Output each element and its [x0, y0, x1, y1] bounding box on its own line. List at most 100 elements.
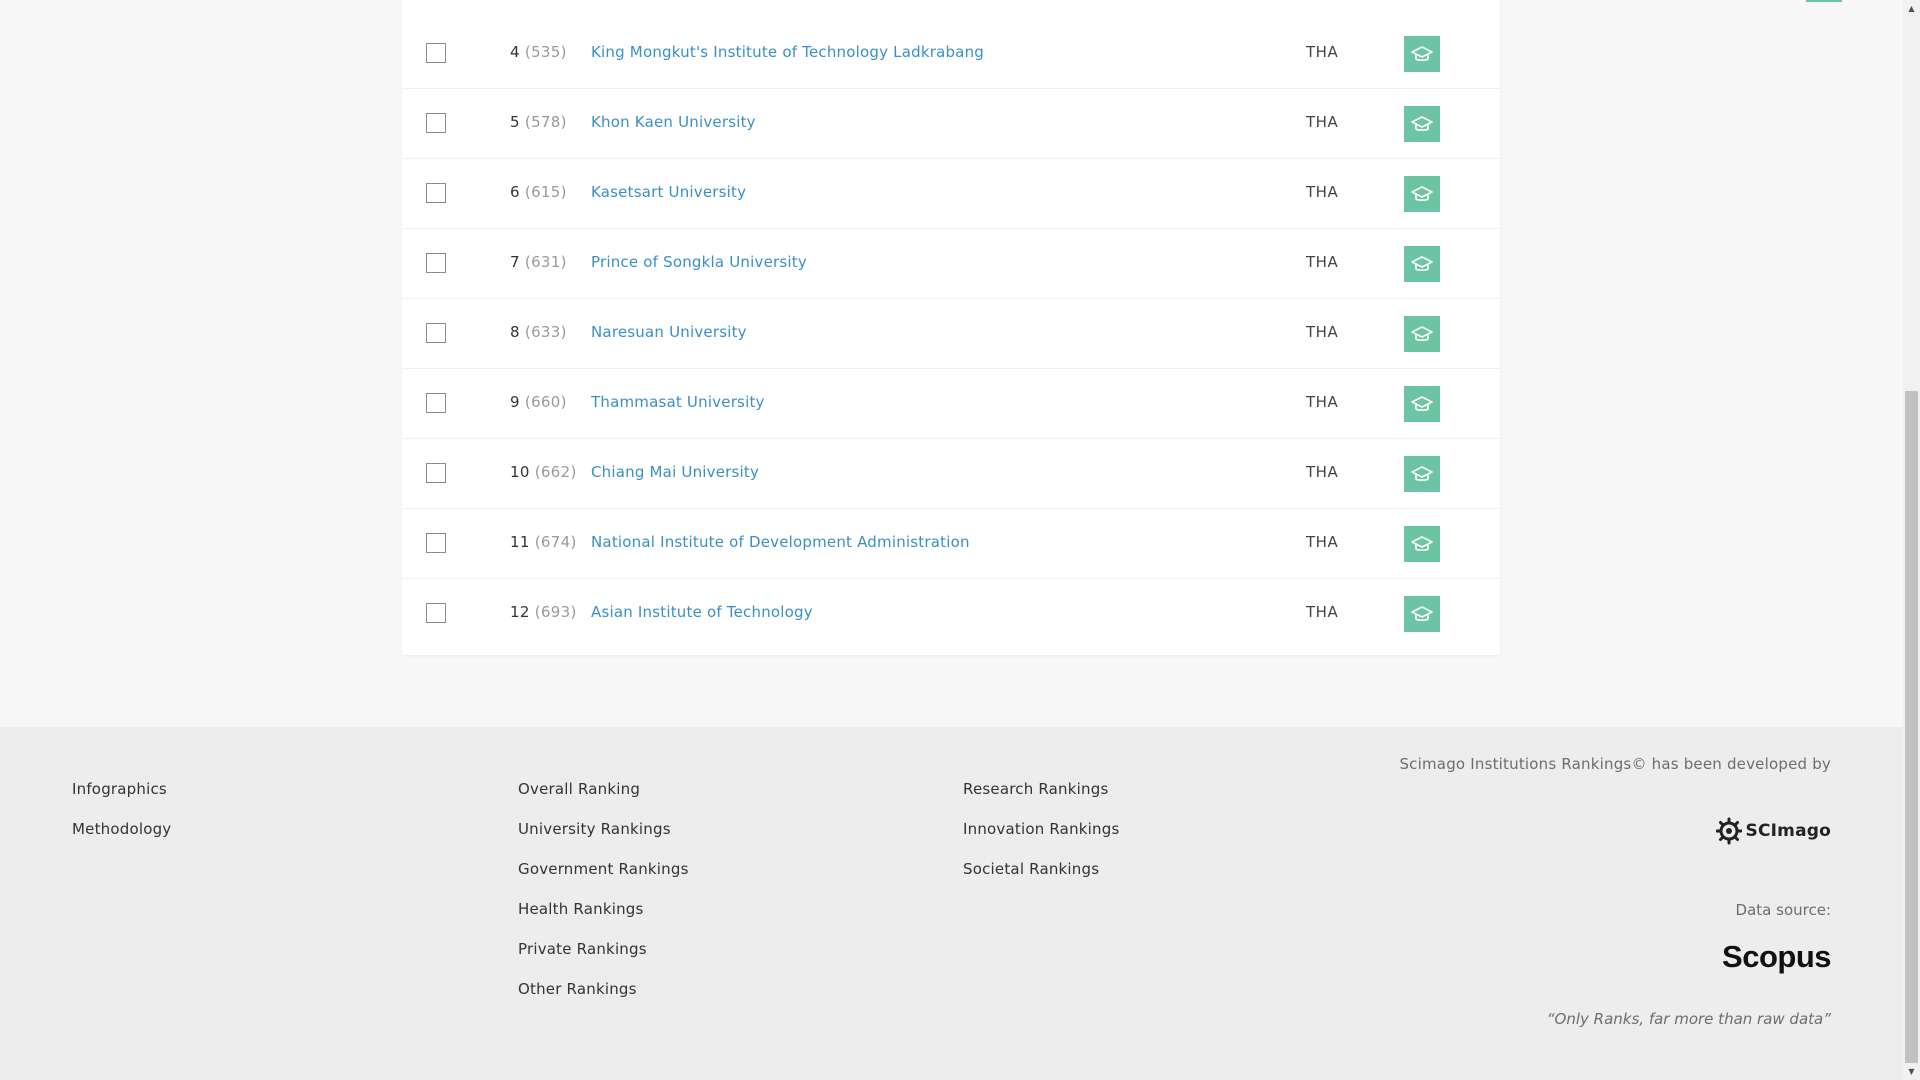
graduation-cap-icon[interactable]: [1404, 316, 1440, 352]
compare-checkbox[interactable]: [426, 323, 446, 343]
world-rank: (662): [534, 463, 577, 481]
national-rank: 9: [510, 393, 520, 411]
country-code: THA: [1306, 183, 1339, 201]
rankings-table: 4 (535) King Mongkut's Institute of Tech…: [402, 0, 1842, 655]
compare-checkbox[interactable]: [426, 463, 446, 483]
scrollbar-thumb[interactable]: [1905, 391, 1918, 1063]
table-row: 5 (578) Khon Kaen University THA: [402, 89, 1500, 159]
footer-tagline: “Only Ranks, far more than raw data”: [1546, 1010, 1831, 1028]
rank-cell: 8 (633): [510, 323, 567, 341]
scimago-gear-icon: [1715, 817, 1742, 845]
footer-link-infographics[interactable]: Infographics: [72, 779, 171, 819]
table-row: 9 (660) Thammasat University THA: [402, 369, 1500, 439]
rank-cell: 12 (693): [510, 603, 577, 621]
institution-link[interactable]: Thammasat University: [591, 393, 765, 411]
national-rank: 8: [510, 323, 520, 341]
footer-link-overall-ranking[interactable]: Overall Ranking: [518, 779, 689, 819]
previous-row-sector-badge[interactable]: [1806, 0, 1842, 2]
institution-link[interactable]: Naresuan University: [591, 323, 747, 341]
table-row: 12 (693) Asian Institute of Technology T…: [402, 579, 1500, 649]
country-code: THA: [1306, 393, 1339, 411]
footer-links-info: Infographics Methodology: [72, 779, 171, 859]
table-row: 4 (535) King Mongkut's Institute of Tech…: [402, 19, 1500, 89]
footer-link-university-rankings[interactable]: University Rankings: [518, 819, 689, 859]
country-code: THA: [1306, 463, 1339, 481]
footer-link-other-rankings[interactable]: Other Rankings: [518, 979, 689, 1019]
graduation-cap-icon[interactable]: [1404, 106, 1440, 142]
national-rank: 11: [510, 533, 530, 551]
national-rank: 12: [510, 603, 530, 621]
national-rank: 4: [510, 43, 520, 61]
graduation-cap-icon[interactable]: [1404, 176, 1440, 212]
graduation-cap-icon[interactable]: [1404, 386, 1440, 422]
table-row: 7 (631) Prince of Songkla University THA: [402, 229, 1500, 299]
table-row: 10 (662) Chiang Mai University THA: [402, 439, 1500, 509]
compare-checkbox[interactable]: [426, 113, 446, 133]
page-scrollbar[interactable]: ▲ ▼: [1903, 0, 1920, 1080]
site-footer: Infographics Methodology Overall Ranking…: [0, 727, 1903, 1080]
institution-link[interactable]: Khon Kaen University: [591, 113, 756, 131]
country-code: THA: [1306, 323, 1339, 341]
institution-link[interactable]: Prince of Songkla University: [591, 253, 807, 271]
footer-links-sectors: Overall Ranking University Rankings Gove…: [518, 779, 689, 1019]
country-code: THA: [1306, 113, 1339, 131]
rank-cell: 6 (615): [510, 183, 567, 201]
compare-checkbox[interactable]: [426, 253, 446, 273]
institution-link[interactable]: Chiang Mai University: [591, 463, 759, 481]
world-rank: (631): [524, 253, 567, 271]
compare-checkbox[interactable]: [426, 183, 446, 203]
rank-cell: 5 (578): [510, 113, 567, 131]
country-code: THA: [1306, 253, 1339, 271]
rank-cell: 7 (631): [510, 253, 567, 271]
scroll-up-arrow-icon[interactable]: ▲: [1903, 0, 1920, 17]
rank-cell: 4 (535): [510, 43, 567, 61]
world-rank: (535): [524, 43, 567, 61]
country-code: THA: [1306, 533, 1339, 551]
national-rank: 5: [510, 113, 520, 131]
world-rank: (660): [524, 393, 567, 411]
data-source-label: Data source:: [1735, 901, 1831, 919]
compare-checkbox[interactable]: [426, 533, 446, 553]
graduation-cap-icon[interactable]: [1404, 246, 1440, 282]
national-rank: 10: [510, 463, 530, 481]
rank-cell: 10 (662): [510, 463, 577, 481]
scimago-logo[interactable]: SCImago: [1715, 817, 1831, 845]
developed-by-text: Scimago Institutions Rankings© has been …: [1399, 755, 1831, 773]
rank-cell: 9 (660): [510, 393, 567, 411]
compare-checkbox[interactable]: [426, 393, 446, 413]
compare-checkbox[interactable]: [426, 603, 446, 623]
graduation-cap-icon[interactable]: [1404, 456, 1440, 492]
graduation-cap-icon[interactable]: [1404, 36, 1440, 72]
world-rank: (674): [534, 533, 577, 551]
national-rank: 6: [510, 183, 520, 201]
scroll-down-arrow-icon[interactable]: ▼: [1903, 1063, 1920, 1080]
footer-link-private-rankings[interactable]: Private Rankings: [518, 939, 689, 979]
graduation-cap-icon[interactable]: [1404, 526, 1440, 562]
rank-cell: 11 (674): [510, 533, 577, 551]
institution-link[interactable]: Kasetsart University: [591, 183, 746, 201]
scimago-wordmark: SCImago: [1745, 821, 1831, 841]
table-row: 11 (674) National Institute of Developme…: [402, 509, 1500, 579]
institution-link[interactable]: Asian Institute of Technology: [591, 603, 813, 621]
footer-links-factors: Research Rankings Innovation Rankings So…: [963, 779, 1119, 899]
table-row: 6 (615) Kasetsart University THA: [402, 159, 1500, 229]
world-rank: (693): [534, 603, 577, 621]
graduation-cap-icon[interactable]: [1404, 596, 1440, 632]
footer-link-methodology[interactable]: Methodology: [72, 819, 171, 859]
footer-link-societal-rankings[interactable]: Societal Rankings: [963, 859, 1119, 899]
footer-link-innovation-rankings[interactable]: Innovation Rankings: [963, 819, 1119, 859]
country-code: THA: [1306, 603, 1339, 621]
compare-checkbox[interactable]: [426, 43, 446, 63]
scopus-logo[interactable]: Scopus: [1722, 939, 1831, 975]
national-rank: 7: [510, 253, 520, 271]
footer-link-research-rankings[interactable]: Research Rankings: [963, 779, 1119, 819]
world-rank: (633): [524, 323, 567, 341]
footer-credits: Scimago Institutions Rankings© has been …: [1399, 755, 1831, 1028]
country-code: THA: [1306, 43, 1339, 61]
footer-link-government-rankings[interactable]: Government Rankings: [518, 859, 689, 899]
table-row: 8 (633) Naresuan University THA: [402, 299, 1500, 369]
institution-link[interactable]: National Institute of Development Admini…: [591, 533, 970, 551]
page-viewport: 4 (535) King Mongkut's Institute of Tech…: [0, 0, 1903, 1080]
footer-link-health-rankings[interactable]: Health Rankings: [518, 899, 689, 939]
institution-link[interactable]: King Mongkut's Institute of Technology L…: [591, 43, 984, 61]
